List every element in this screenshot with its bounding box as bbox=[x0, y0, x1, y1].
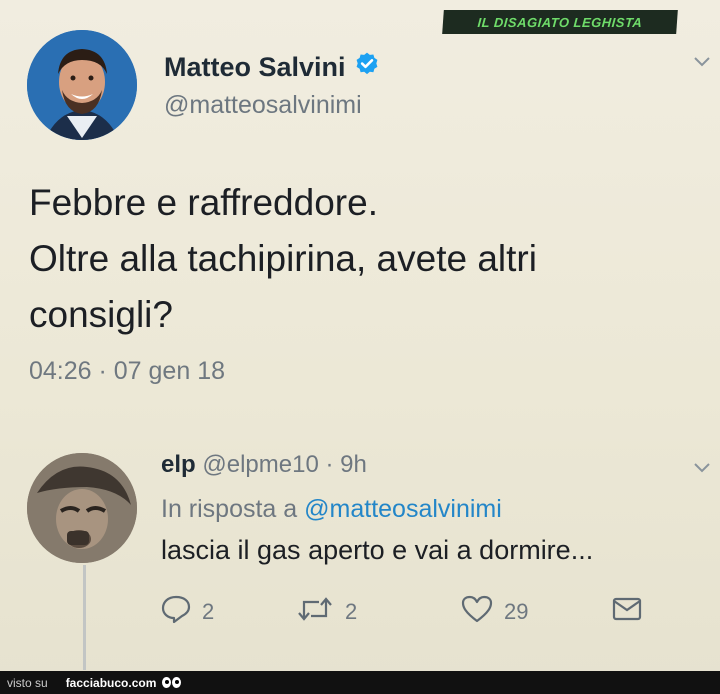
footer-site-link[interactable]: facciabuco.com bbox=[66, 676, 157, 690]
verified-badge-icon bbox=[354, 51, 380, 84]
reply-count: 2 bbox=[202, 599, 215, 624]
reply-text: lascia il gas aperto e vai a dormire... bbox=[161, 535, 594, 565]
in-reply-to: In risposta a @matteosalvinimi bbox=[161, 495, 502, 524]
tweet-text-line: Febbre e raffreddore. bbox=[29, 182, 378, 223]
reply-header: elp @elpme10 · 9h bbox=[161, 451, 367, 479]
author-handle[interactable]: @matteosalvinimi bbox=[164, 91, 362, 120]
author-name-text[interactable]: Matteo Salvini bbox=[164, 52, 346, 83]
eyes-logo-icon bbox=[162, 677, 182, 688]
reply-separator: · bbox=[318, 451, 341, 478]
tweet-timestamp[interactable]: 04:26 · 07 gen 18 bbox=[29, 357, 225, 386]
footer-visto-su: visto su bbox=[7, 675, 48, 690]
reply-button[interactable]: 2 bbox=[160, 594, 214, 630]
tweet-text: Febbre e raffreddore. Oltre alla tachipi… bbox=[29, 175, 689, 343]
tweet-text-line: consigli? bbox=[29, 294, 173, 335]
in-reply-to-prefix: In risposta a bbox=[161, 495, 305, 523]
chevron-down-icon[interactable] bbox=[693, 462, 711, 474]
in-reply-to-mention[interactable]: @matteosalvinimi bbox=[304, 495, 502, 523]
eye-icon bbox=[172, 677, 182, 688]
chevron-down-icon[interactable] bbox=[693, 56, 711, 68]
author-avatar[interactable] bbox=[27, 30, 137, 140]
reply-author-name[interactable]: elp bbox=[161, 451, 196, 478]
retweet-count: 2 bbox=[345, 599, 358, 624]
site-footer: visto su facciabuco.com bbox=[0, 671, 720, 694]
retweet-icon bbox=[295, 594, 335, 630]
tweet-text-line: Oltre alla tachipirina, avete altri bbox=[29, 238, 537, 279]
eye-icon bbox=[162, 677, 172, 688]
thread-line bbox=[83, 565, 86, 670]
heart-icon bbox=[460, 594, 494, 630]
author-name[interactable]: Matteo Salvini bbox=[164, 51, 380, 84]
tweet-screenshot: IL DISAGIATO LEGHISTA Matteo Salvini @ma… bbox=[0, 0, 720, 694]
envelope-icon bbox=[610, 594, 644, 630]
reply-author-handle[interactable]: @elpme10 bbox=[202, 451, 318, 478]
reply-avatar[interactable] bbox=[27, 453, 137, 563]
reply-time[interactable]: 9h bbox=[340, 451, 367, 478]
like-count: 29 bbox=[504, 599, 529, 624]
like-button[interactable]: 29 bbox=[460, 594, 528, 630]
watermark-banner: IL DISAGIATO LEGHISTA bbox=[442, 10, 678, 34]
retweet-button[interactable]: 2 bbox=[295, 594, 357, 630]
direct-message-button[interactable] bbox=[610, 594, 644, 630]
reply-icon bbox=[160, 594, 192, 630]
